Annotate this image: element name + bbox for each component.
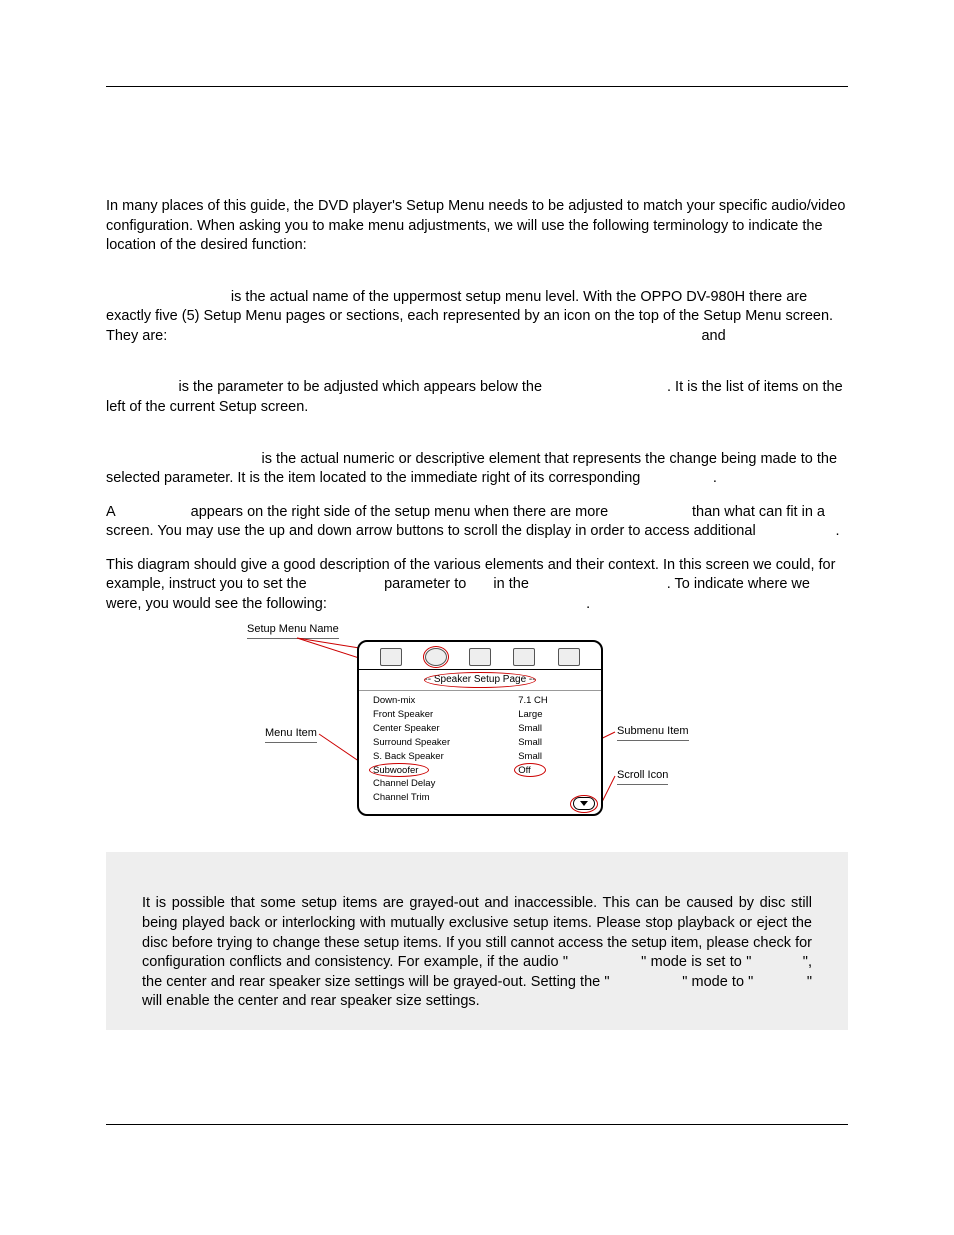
note-body: It is possible that some setup items are… [142, 894, 812, 1011]
menu-item-row: Channel Delay [373, 778, 508, 792]
tv-frame: -- Speaker Setup Page -- Down-mixFront S… [357, 640, 603, 816]
para-scroll-icon: A Scroll Icon appears on the right side … [106, 503, 848, 542]
note-heading [142, 866, 812, 884]
para-menu-item: Menu Item is the parameter to be adjuste… [106, 378, 848, 417]
submenu-item-row: Off [518, 764, 591, 778]
setup-menu-diagram: Setup Menu Name Menu Item Submenu Item S… [247, 628, 707, 828]
submenu-item-row: Small [518, 736, 591, 750]
setup-icon-video [513, 648, 535, 666]
submenu-item-row: Small [518, 723, 591, 737]
setup-icon-audio [469, 648, 491, 666]
label-setup-menu-name: Setup Menu Name [247, 622, 339, 639]
menu-item-row: Subwoofer [373, 764, 508, 778]
icon-row [359, 642, 601, 670]
setup-icon-preference [558, 648, 580, 666]
label-scroll-icon: Scroll Icon [617, 768, 668, 785]
intro-paragraph: In many places of this guide, the DVD pl… [106, 197, 848, 256]
para-setup-menu-name: Setup Menu Name is the actual name of th… [106, 288, 848, 347]
submenu-item-row: Small [518, 750, 591, 764]
diagram-title-bar: -- Speaker Setup Page -- [359, 670, 601, 691]
submenu-item-row [518, 778, 591, 792]
para-submenu-item: Submenu / Setting Item is the actual num… [106, 450, 848, 489]
setup-icon-speaker [425, 648, 447, 666]
menu-item-row: Down-mix [373, 695, 508, 709]
note-box: It is possible that some setup items are… [106, 852, 848, 1029]
menu-item-row: Channel Trim [373, 792, 508, 806]
submenu-item-row: Large [518, 709, 591, 723]
menu-item-row: Front Speaker [373, 709, 508, 723]
para-diagram-intro: This diagram should give a good descript… [106, 556, 848, 615]
menu-item-row: S. Back Speaker [373, 750, 508, 764]
bottom-rule [106, 1124, 848, 1125]
scroll-down-icon [573, 797, 595, 810]
menu-item-row: Center Speaker [373, 723, 508, 737]
setup-icon-general [380, 648, 402, 666]
top-rule [106, 86, 848, 87]
submenu-item-row: 7.1 CH [518, 695, 591, 709]
label-menu-item: Menu Item [265, 726, 317, 743]
label-submenu-item: Submenu Item [617, 724, 689, 741]
menu-item-row: Surround Speaker [373, 736, 508, 750]
diagram-list-area: Down-mixFront SpeakerCenter SpeakerSurro… [359, 691, 601, 810]
